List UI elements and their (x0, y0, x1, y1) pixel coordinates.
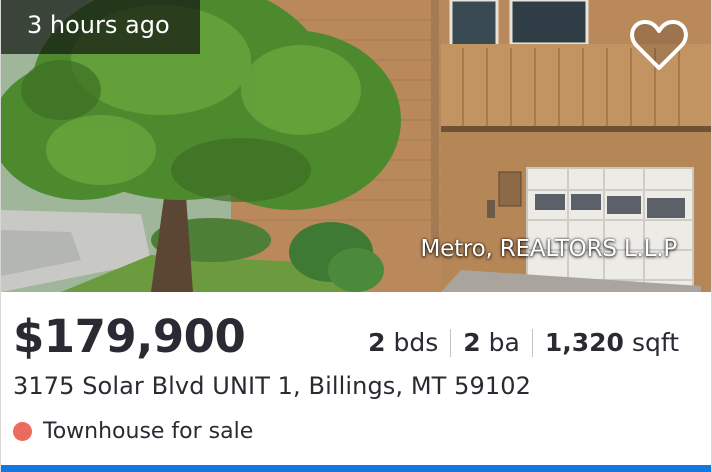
baths-unit: ba (488, 328, 520, 357)
accent-bar (1, 465, 711, 472)
listing-details[interactable]: $179,900 2 bds 2 ba 1,320 sqft 3175 Sola… (1, 292, 711, 472)
baths-count: 2 (463, 328, 481, 357)
heart-outline-icon[interactable] (629, 18, 689, 72)
listing-status: Townhouse for sale (13, 419, 253, 444)
listing-address[interactable]: 3175 Solar Blvd UNIT 1, Billings, MT 591… (13, 372, 531, 400)
listing-age-badge: 3 hours ago (1, 0, 200, 54)
facts-divider (450, 328, 452, 357)
brokerage-name: Metro, REALTORS L.L.P (420, 236, 677, 262)
beds-count: 2 (368, 328, 386, 357)
status-dot-icon (13, 422, 32, 441)
listing-facts: 2 bds 2 ba 1,320 sqft (368, 328, 679, 357)
listing-price: $179,900 (13, 310, 246, 363)
beds-unit: bds (393, 328, 439, 357)
area-value: 1,320 (544, 328, 624, 357)
status-label: Townhouse for sale (43, 419, 254, 444)
area-unit: sqft (631, 328, 679, 357)
listing-card[interactable]: 3 hours ago Metro, REALTORS L.L.P $179,9… (0, 0, 712, 472)
facts-divider (531, 328, 533, 357)
listing-photo[interactable]: 3 hours ago Metro, REALTORS L.L.P (1, 0, 711, 292)
